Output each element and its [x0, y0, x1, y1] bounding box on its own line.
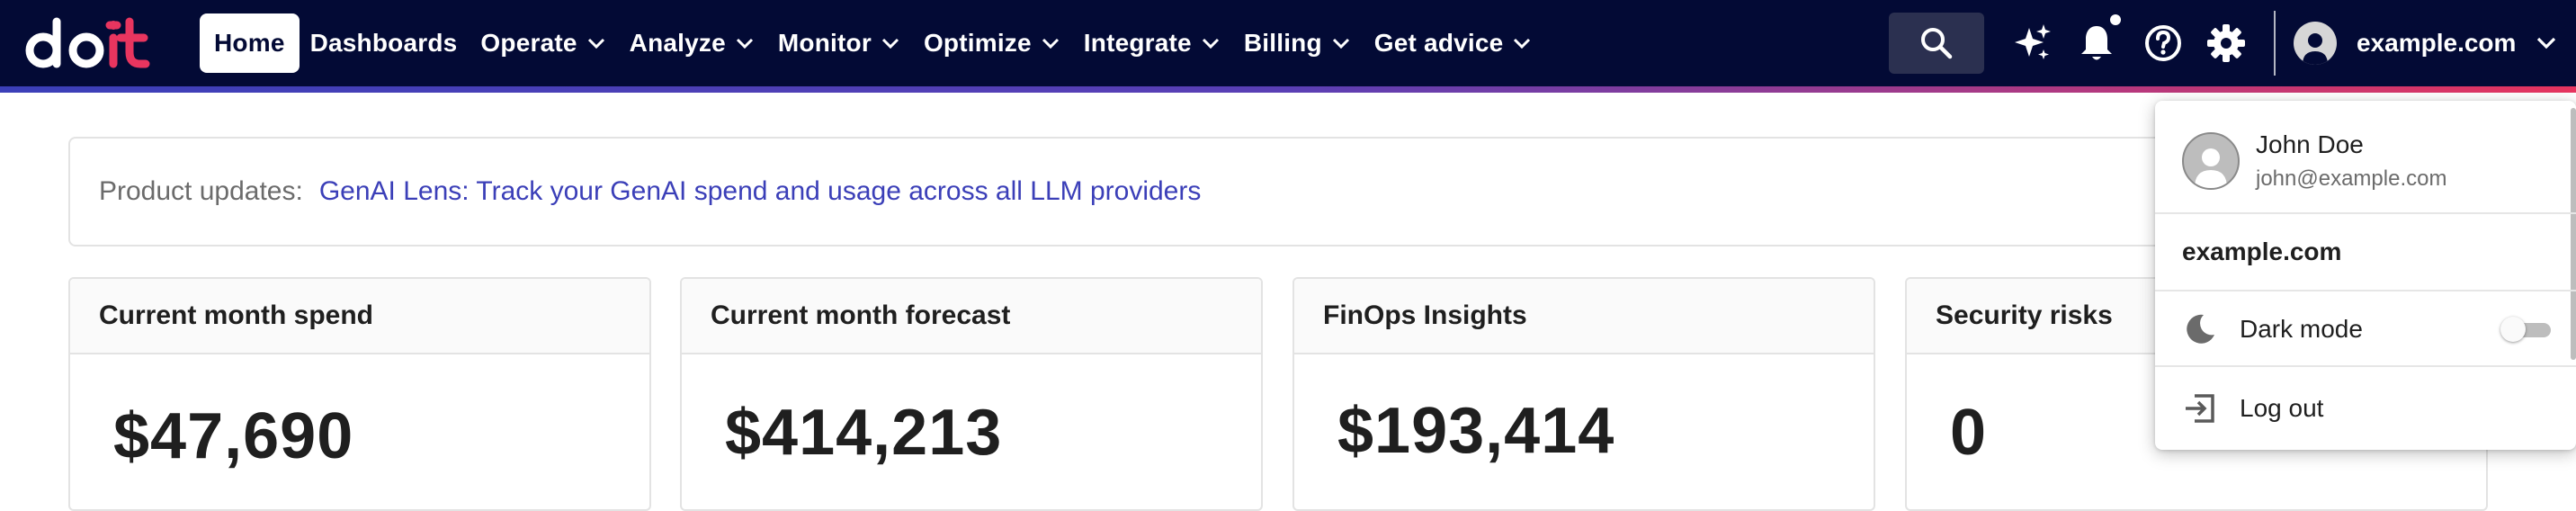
- nav-item-label: Dashboards: [309, 29, 458, 57]
- search-button[interactable]: [1889, 13, 1984, 74]
- dark-mode-label: Dark mode: [2240, 315, 2363, 343]
- nav-item-label: Home: [214, 29, 285, 57]
- chevron-down-icon: [1332, 38, 1349, 49]
- sparkle-icon[interactable]: [2011, 22, 2053, 64]
- card-finops-insights[interactable]: FinOps Insights $193,414: [1292, 277, 1875, 511]
- nav-item-label: Optimize: [923, 29, 1032, 57]
- toolbar-divider: [2274, 11, 2276, 76]
- nav-item-home[interactable]: Home: [200, 13, 300, 73]
- product-updates-banner: Product updates: GenAI Lens: Track your …: [68, 137, 2182, 247]
- nav-item-label: Analyze: [629, 29, 726, 57]
- nav-item-integrate[interactable]: Integrate: [1073, 13, 1231, 73]
- dark-mode-toggle[interactable]: [2500, 317, 2551, 342]
- nav-item-label: Integrate: [1083, 29, 1192, 57]
- logout-icon: [2186, 394, 2214, 423]
- nav-item-analyze[interactable]: Analyze: [619, 13, 765, 73]
- card-title: Current month spend: [70, 279, 649, 354]
- nav-item-label: Operate: [480, 29, 577, 57]
- chevron-down-icon: [2537, 37, 2556, 49]
- card-value: $414,213: [725, 397, 1003, 469]
- card-value: $47,690: [113, 400, 354, 472]
- moon-icon: [2187, 314, 2214, 344]
- logout-item[interactable]: Log out: [2182, 381, 2551, 435]
- account-label: example.com: [2357, 29, 2517, 57]
- chevron-down-icon: [1042, 38, 1059, 49]
- product-update-link[interactable]: GenAI Lens: Track your GenAI spend and u…: [319, 176, 1202, 207]
- card-title: FinOps Insights: [1294, 279, 1874, 354]
- chevron-down-icon: [587, 38, 604, 49]
- menu-divider: [2155, 212, 2576, 214]
- nav-item-optimize[interactable]: Optimize: [913, 13, 1071, 73]
- nav-item-operate[interactable]: Operate: [470, 13, 616, 73]
- nav-item-get-advice[interactable]: Get advice: [1364, 13, 1543, 73]
- top-navigation-bar: Home Dashboards Operate Analyze Monitor …: [0, 0, 2576, 86]
- card-title: Current month forecast: [682, 279, 1261, 354]
- chevron-down-icon: [1514, 38, 1531, 49]
- card-value: 0: [1950, 397, 1988, 469]
- person-icon: [2303, 33, 2328, 65]
- main-nav: Home Dashboards Operate Analyze Monitor …: [200, 13, 1544, 73]
- accent-bar: [0, 86, 2576, 93]
- card-current-month-spend[interactable]: Current month spend $47,690: [68, 277, 651, 511]
- dark-mode-item[interactable]: Dark mode: [2182, 302, 2551, 356]
- notification-dot: [2110, 14, 2121, 25]
- card-value: $193,414: [1337, 395, 1615, 467]
- menu-divider: [2155, 290, 2576, 291]
- avatar: [2182, 132, 2240, 190]
- help-icon[interactable]: [2142, 22, 2184, 64]
- chevron-down-icon: [881, 38, 899, 49]
- bell-icon[interactable]: [2076, 22, 2117, 64]
- nav-item-label: Monitor: [777, 29, 872, 57]
- menu-scrollbar[interactable]: [2571, 108, 2576, 360]
- account-dropdown-menu: John Doe john@example.com example.com Da…: [2155, 101, 2576, 450]
- user-email: john@example.com: [2256, 166, 2447, 191]
- product-updates-label: Product updates:: [99, 176, 303, 206]
- nav-item-dashboards[interactable]: Dashboards: [300, 13, 469, 73]
- logout-label: Log out: [2240, 394, 2324, 422]
- search-icon: [1921, 28, 1953, 59]
- menu-user-info: John Doe john@example.com: [2182, 124, 2560, 198]
- gear-icon[interactable]: [2205, 22, 2247, 64]
- chevron-down-icon: [736, 38, 753, 49]
- user-name: John Doe: [2256, 130, 2364, 158]
- account-menu-button[interactable]: example.com: [2294, 18, 2557, 68]
- card-current-month-forecast[interactable]: Current month forecast $414,213: [680, 277, 1263, 511]
- chevron-down-icon: [1202, 38, 1219, 49]
- avatar: [2294, 22, 2337, 65]
- toggle-thumb: [2500, 317, 2526, 342]
- menu-divider: [2155, 365, 2576, 367]
- menu-domain[interactable]: example.com: [2182, 238, 2341, 266]
- doit-logo[interactable]: [23, 14, 176, 72]
- nav-item-label: Billing: [1243, 29, 1322, 57]
- nav-item-billing[interactable]: Billing: [1233, 13, 1362, 73]
- nav-item-monitor[interactable]: Monitor: [767, 13, 911, 73]
- nav-item-label: Get advice: [1373, 29, 1504, 57]
- person-icon: [2195, 148, 2227, 188]
